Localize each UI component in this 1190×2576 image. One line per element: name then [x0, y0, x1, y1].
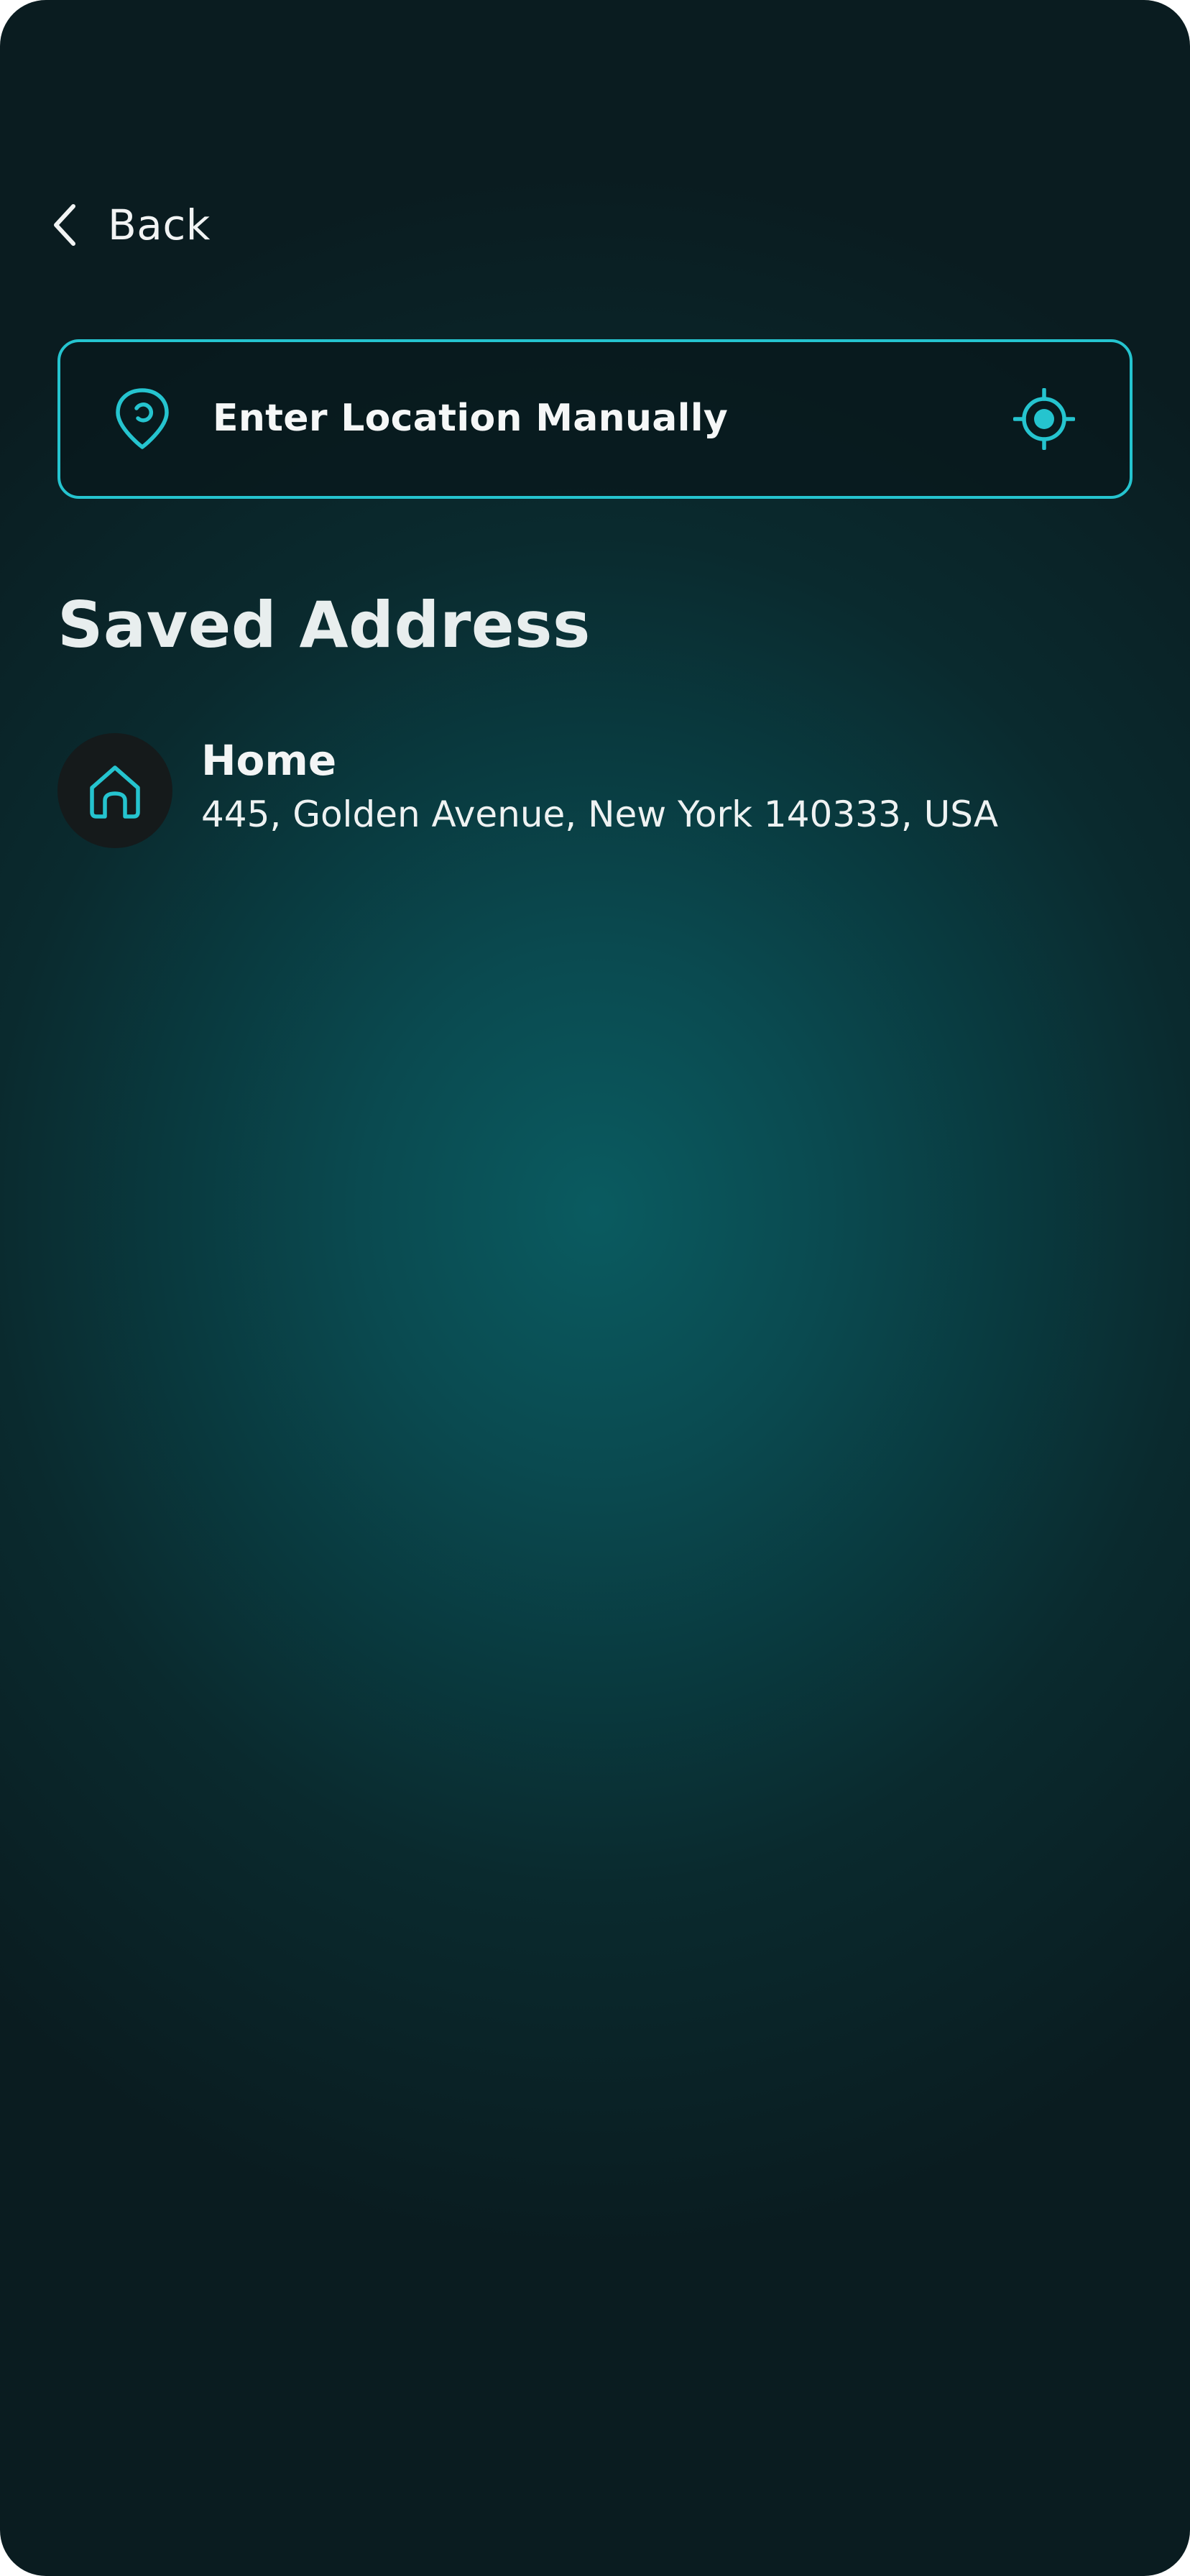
screen: Back Enter Location Manually Saved Addre… — [0, 0, 1190, 2576]
home-icon — [90, 765, 140, 819]
address-line: 445, Golden Avenue, New York 140333, USA — [201, 794, 999, 835]
location-input-label: Enter Location Manually — [213, 396, 729, 440]
saved-address-item-home[interactable]: Home 445, Golden Avenue, New York 140333… — [57, 730, 1133, 851]
address-avatar — [57, 733, 172, 848]
location-pin-icon — [116, 388, 169, 449]
gps-target-icon[interactable] — [1013, 388, 1075, 450]
back-button[interactable]: Back — [52, 193, 211, 257]
chevron-left-icon — [54, 204, 75, 246]
saved-address-title: Saved Address — [57, 588, 591, 662]
enter-location-manually-button[interactable]: Enter Location Manually — [57, 339, 1133, 499]
back-label: Back — [108, 201, 211, 249]
address-name: Home — [201, 736, 337, 785]
